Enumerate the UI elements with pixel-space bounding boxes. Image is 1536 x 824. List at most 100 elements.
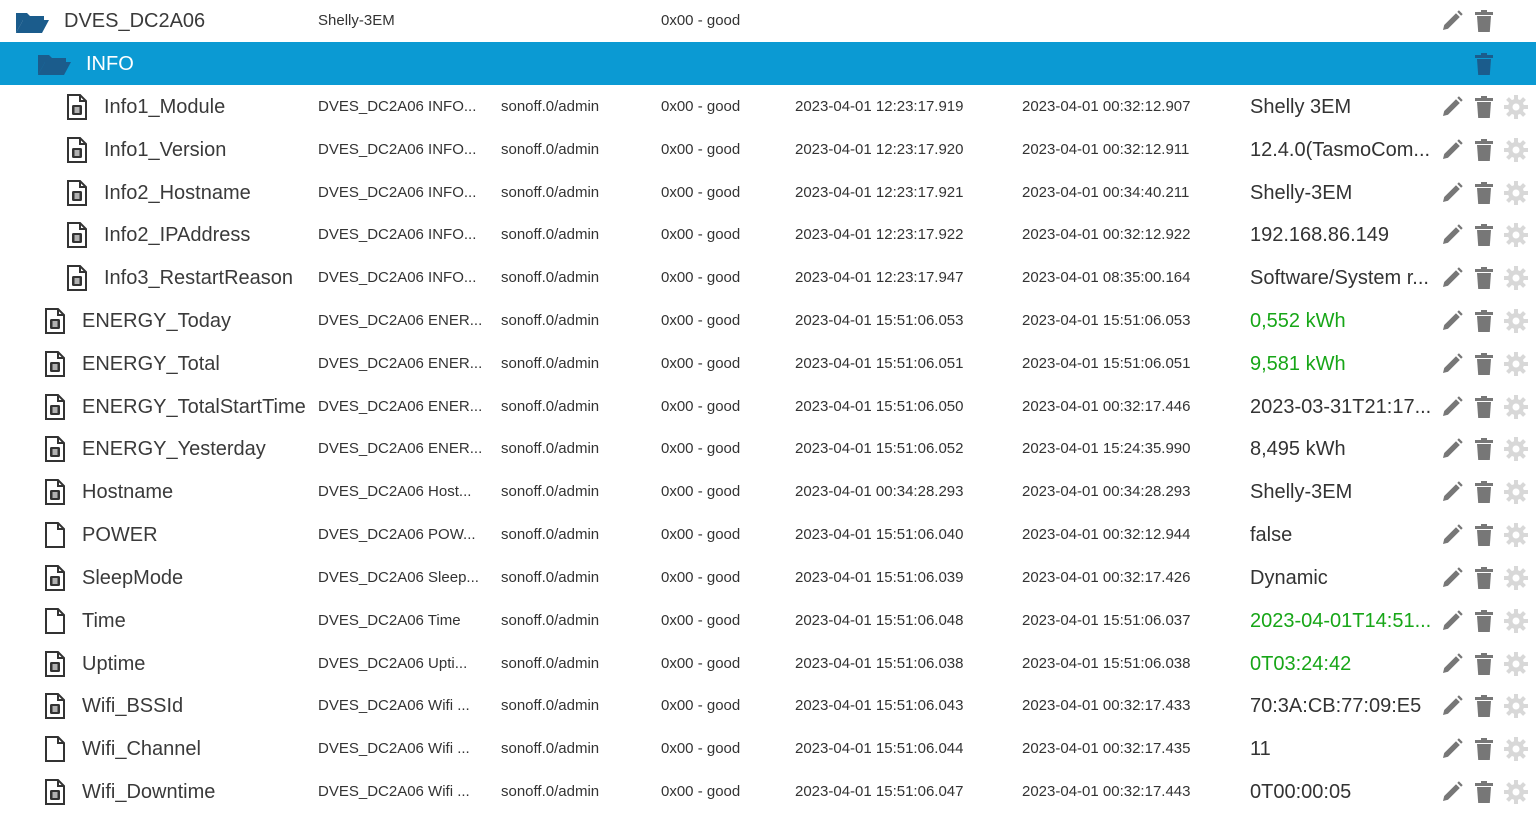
delete-button[interactable] — [1471, 436, 1497, 462]
settings-button[interactable] — [1503, 565, 1529, 591]
delete-button[interactable] — [1471, 394, 1497, 420]
settings-button[interactable] — [1503, 394, 1529, 420]
settings-button[interactable] — [1503, 651, 1529, 677]
delete-button[interactable] — [1471, 351, 1497, 377]
state-value[interactable]: 2023-03-31T21:17... — [1250, 396, 1431, 419]
edit-button[interactable] — [1439, 779, 1465, 805]
settings-button[interactable] — [1503, 479, 1529, 505]
delete-button[interactable] — [1471, 736, 1497, 762]
state-value[interactable]: 8,495 kWh — [1250, 438, 1346, 461]
edit-button[interactable] — [1439, 608, 1465, 634]
edit-button[interactable] — [1439, 693, 1465, 719]
settings-button[interactable] — [1503, 693, 1529, 719]
edit-button[interactable] — [1439, 222, 1465, 248]
edit-button[interactable] — [1439, 351, 1465, 377]
edit-button[interactable] — [1439, 180, 1465, 206]
edit-button[interactable] — [1439, 565, 1465, 591]
state-last-changed: 2023-04-01 00:34:28.293 — [1022, 483, 1191, 500]
state-value[interactable]: false — [1250, 524, 1292, 547]
state-value[interactable]: 11 — [1250, 738, 1271, 761]
state-value[interactable]: Shelly-3EM — [1250, 481, 1352, 504]
folder-open-icon[interactable] — [36, 51, 72, 82]
state-value[interactable]: Software/System r... — [1250, 267, 1429, 290]
tree-row-state[interactable]: POWER DVES_DC2A06 POW... sonoff.0/admin 0x0… — [0, 514, 1536, 556]
tree-row-state[interactable]: Wifi_Channel DVES_DC2A06 Wifi ... sonoff.0… — [0, 728, 1536, 770]
delete-button[interactable] — [1471, 308, 1497, 334]
tree-row-state[interactable]: SleepMode DVES_DC2A06 Sleep... sonoff.0/ad… — [0, 557, 1536, 599]
edit-button[interactable] — [1439, 479, 1465, 505]
state-quality: 0x00 - good — [661, 740, 741, 757]
edit-button[interactable] — [1439, 94, 1465, 120]
settings-button[interactable] — [1503, 222, 1529, 248]
state-value[interactable]: Shelly 3EM — [1250, 96, 1351, 119]
edit-button[interactable] — [1439, 8, 1465, 34]
settings-button[interactable] — [1503, 736, 1529, 762]
tree-row-state[interactable]: Info1_Module DVES_DC2A06 INFO... sonoff.0/… — [0, 86, 1536, 128]
state-value[interactable]: 0T03:24:42 — [1250, 653, 1351, 676]
state-value[interactable]: 0,552 kWh — [1250, 310, 1346, 333]
state-value[interactable]: 70:3A:CB:77:09:E5 — [1250, 695, 1421, 718]
tree-row-state[interactable]: Uptime DVES_DC2A06 Upti... sonoff.0/admin 0… — [0, 643, 1536, 685]
settings-button[interactable] — [1503, 436, 1529, 462]
delete-button[interactable] — [1471, 565, 1497, 591]
state-value[interactable]: 2023-04-01T14:51... — [1250, 610, 1431, 633]
settings-button[interactable] — [1503, 137, 1529, 163]
state-value[interactable]: 0T00:00:05 — [1250, 781, 1351, 804]
pencil-icon — [1443, 396, 1463, 416]
pencil-icon — [1443, 524, 1463, 544]
delete-button[interactable] — [1471, 608, 1497, 634]
settings-button[interactable] — [1503, 308, 1529, 334]
delete-button[interactable] — [1471, 137, 1497, 163]
tree-row-state[interactable]: Time DVES_DC2A06 Time sonoff.0/admin 0x00 -… — [0, 600, 1536, 642]
tree-row-state[interactable]: ENERGY_Yesterday DVES_DC2A06 ENER... sonof… — [0, 428, 1536, 470]
tree-row-state[interactable]: ENERGY_TotalStartTime DVES_DC2A06 ENER...… — [0, 386, 1536, 428]
settings-button[interactable] — [1503, 265, 1529, 291]
state-value[interactable]: 12.4.0(TasmoCom... — [1250, 139, 1430, 162]
settings-button[interactable] — [1503, 522, 1529, 548]
tree-row-state[interactable]: Info1_Version DVES_DC2A06 INFO... sonoff.0… — [0, 129, 1536, 171]
folder-open-icon[interactable] — [14, 9, 50, 40]
gear-icon — [1504, 395, 1528, 419]
tree-row-state[interactable]: ENERGY_Total DVES_DC2A06 ENER... sonoff.0/… — [0, 343, 1536, 385]
delete-button[interactable] — [1471, 779, 1497, 805]
tree-row-state[interactable]: Info2_Hostname DVES_DC2A06 INFO... sonoff.… — [0, 172, 1536, 214]
tree-row-state[interactable]: Wifi_BSSId DVES_DC2A06 Wifi ... sonoff.0/a… — [0, 685, 1536, 727]
edit-button[interactable] — [1439, 394, 1465, 420]
delete-button[interactable] — [1471, 180, 1497, 206]
delete-button[interactable] — [1471, 265, 1497, 291]
state-from: sonoff.0/admin — [501, 440, 600, 457]
tree-row-channel-selected[interactable]: INFO — [0, 42, 1536, 85]
state-value[interactable]: Shelly-3EM — [1250, 182, 1352, 205]
settings-button[interactable] — [1503, 180, 1529, 206]
tree-row-state[interactable]: Wifi_Downtime DVES_DC2A06 Wifi ... sonoff.… — [0, 771, 1536, 813]
settings-button[interactable] — [1503, 608, 1529, 634]
delete-button[interactable] — [1471, 522, 1497, 548]
state-value[interactable]: 192.168.86.149 — [1250, 224, 1389, 247]
tree-row-state[interactable]: Info2_IPAddress DVES_DC2A06 INFO... sonoff… — [0, 214, 1536, 256]
edit-button[interactable] — [1439, 522, 1465, 548]
settings-button[interactable] — [1503, 94, 1529, 120]
edit-button[interactable] — [1439, 436, 1465, 462]
delete-button[interactable] — [1471, 94, 1497, 120]
edit-button[interactable] — [1439, 308, 1465, 334]
tree-row-device[interactable]: DVES_DC2A06 Shelly-3EM 0x00 - good — [0, 0, 1536, 42]
edit-button[interactable] — [1439, 265, 1465, 291]
state-value[interactable]: 9,581 kWh — [1250, 353, 1346, 376]
delete-button[interactable] — [1471, 222, 1497, 248]
delete-button[interactable] — [1471, 8, 1497, 34]
settings-button[interactable] — [1503, 779, 1529, 805]
tree-row-state[interactable]: ENERGY_Today DVES_DC2A06 ENER... sonoff.0/… — [0, 300, 1536, 342]
settings-button[interactable] — [1503, 351, 1529, 377]
delete-button[interactable] — [1471, 651, 1497, 677]
pencil-icon — [1443, 96, 1463, 116]
state-value[interactable]: Dynamic — [1250, 567, 1328, 590]
delete-button[interactable] — [1471, 693, 1497, 719]
trash-icon — [1475, 353, 1493, 375]
edit-button[interactable] — [1439, 651, 1465, 677]
tree-row-state[interactable]: Info3_RestartReason DVES_DC2A06 INFO... so… — [0, 257, 1536, 299]
edit-button[interactable] — [1439, 137, 1465, 163]
delete-button[interactable] — [1471, 479, 1497, 505]
tree-row-state[interactable]: Hostname DVES_DC2A06 Host... sonoff.0/admi… — [0, 471, 1536, 513]
edit-button[interactable] — [1439, 736, 1465, 762]
delete-button[interactable] — [1471, 51, 1497, 77]
